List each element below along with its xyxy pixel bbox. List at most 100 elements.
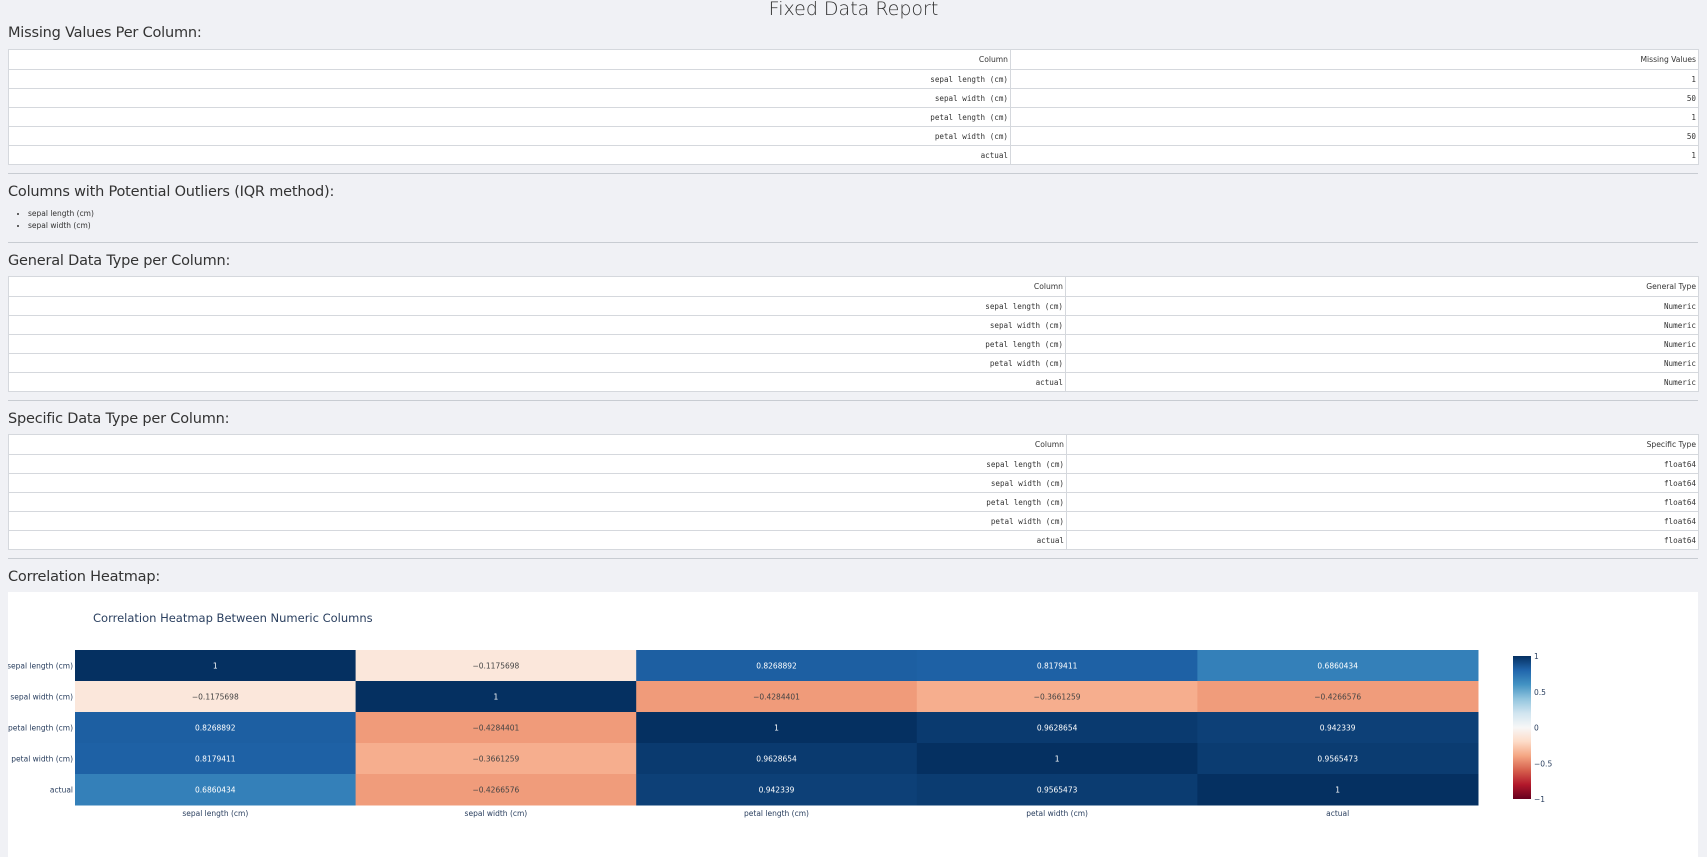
- table-row: sepal width (cm) 50: [8, 88, 1699, 108]
- row-column-name: sepal width (cm): [8, 315, 1066, 335]
- table-row: petal width (cm) Numeric: [8, 353, 1699, 373]
- heatmap-cell-label: 1: [213, 662, 218, 671]
- row-column-name: actual: [8, 372, 1066, 392]
- row-column-name: actual: [8, 530, 1067, 550]
- y-tick-label: actual: [50, 786, 73, 795]
- y-tick-label: sepal length (cm): [8, 662, 73, 671]
- heatmap-cell-label: 0.6860434: [1317, 662, 1358, 671]
- heatmap-cell-label: −0.1175698: [192, 693, 239, 702]
- x-tick-label: petal length (cm): [744, 809, 809, 818]
- heatmap-cell-label: 0.8268892: [756, 662, 797, 671]
- heatmap-cell-label: 1: [774, 724, 779, 733]
- heatmap-cell-label: −0.3661259: [1034, 693, 1081, 702]
- general-types-table: Column General Type sepal length (cm) Num…: [8, 276, 1699, 392]
- colorbar-tick-label: 0.5: [1534, 688, 1546, 697]
- row-column-name: petal length (cm): [8, 334, 1066, 354]
- table-row: petal width (cm) 50: [8, 126, 1699, 146]
- heatmap-cell-label: −0.4284401: [753, 693, 800, 702]
- row-value: float64: [1066, 473, 1699, 493]
- heatmap-cell-label: 0.942339: [1320, 724, 1356, 733]
- table-row: petal length (cm) Numeric: [8, 334, 1699, 354]
- outliers-list: sepal length (cm) sepal width (cm): [8, 208, 94, 231]
- general-types-heading: General Data Type per Column:: [8, 253, 231, 269]
- list-item: sepal width (cm): [28, 220, 94, 232]
- table-row: sepal width (cm) Numeric: [8, 315, 1699, 335]
- table-row: sepal length (cm) float64: [8, 454, 1699, 474]
- table-row: actual Numeric: [8, 372, 1699, 392]
- missing-values-table: Column Missing Values sepal length (cm) 1…: [8, 49, 1699, 165]
- row-value: float64: [1066, 492, 1699, 512]
- table-row: sepal length (cm) Numeric: [8, 296, 1699, 316]
- section-divider: [8, 400, 1698, 401]
- missing-values-header: Missing Values: [1010, 49, 1699, 70]
- row-column-name: sepal length (cm): [8, 296, 1066, 316]
- column-header: Column: [8, 434, 1067, 455]
- column-header: Column: [8, 49, 1011, 70]
- row-value: Numeric: [1065, 353, 1699, 373]
- heatmap-title: Correlation Heatmap Between Numeric Colu…: [93, 611, 373, 625]
- row-value: float64: [1066, 511, 1699, 531]
- heatmap-cell-label: 0.9565473: [1037, 786, 1078, 795]
- heatmap-cell-label: −0.4284401: [472, 724, 519, 733]
- heatmap-cell-label: 0.9565473: [1317, 755, 1358, 764]
- outliers-heading: Columns with Potential Outliers (IQR met…: [8, 184, 335, 200]
- row-column-name: actual: [8, 145, 1011, 165]
- row-value: 1: [1010, 145, 1699, 165]
- colorbar-tick-label: −1: [1534, 795, 1545, 804]
- correlation-heatmap: Correlation Heatmap Between Numeric Colu…: [8, 611, 1552, 818]
- x-tick-label: sepal length (cm): [182, 809, 248, 818]
- specific-type-header: Specific Type: [1066, 434, 1699, 455]
- x-tick-label: actual: [1326, 809, 1349, 818]
- heatmap-cell-label: −0.1175698: [472, 662, 519, 671]
- general-type-header: General Type: [1065, 276, 1699, 297]
- x-tick-label: sepal width (cm): [465, 809, 528, 818]
- row-value: Numeric: [1065, 334, 1699, 354]
- section-divider: [8, 242, 1698, 243]
- row-value: Numeric: [1065, 315, 1699, 335]
- specific-types-table: Column Specific Type sepal length (cm) fl…: [8, 434, 1699, 550]
- heatmap-cell-label: −0.3661259: [472, 755, 519, 764]
- table-row: actual 1: [8, 145, 1699, 165]
- heatmap-cell-label: 1: [1335, 786, 1340, 795]
- column-header: Column: [8, 276, 1066, 297]
- section-divider: [8, 173, 1698, 174]
- section-divider: [8, 558, 1698, 559]
- table-row: petal length (cm) 1: [8, 107, 1699, 127]
- y-tick-label: petal width (cm): [11, 755, 73, 764]
- y-tick-label: sepal width (cm): [10, 693, 73, 702]
- table-row: sepal length (cm) 1: [8, 69, 1699, 89]
- table-row: petal length (cm) float64: [8, 492, 1699, 512]
- row-column-name: sepal length (cm): [8, 69, 1011, 89]
- row-column-name: petal width (cm): [8, 353, 1066, 373]
- row-value: 1: [1010, 69, 1699, 89]
- missing-values-heading: Missing Values Per Column:: [8, 25, 202, 41]
- row-value: 50: [1010, 88, 1699, 108]
- heatmap-cell-label: 0.8179411: [195, 755, 236, 764]
- row-value: float64: [1066, 454, 1699, 474]
- row-column-name: sepal length (cm): [8, 454, 1067, 474]
- row-value: Numeric: [1065, 296, 1699, 316]
- heatmap-cell-label: −0.4266576: [1314, 693, 1361, 702]
- table-row: actual float64: [8, 530, 1699, 550]
- row-column-name: sepal width (cm): [8, 473, 1067, 493]
- heatmap-cell-label: 0.6860434: [195, 786, 236, 795]
- row-column-name: petal width (cm): [8, 511, 1067, 531]
- table-header-row: Column Missing Values: [8, 49, 1699, 70]
- table-header-row: Column Specific Type: [8, 434, 1699, 455]
- heatmap-heading: Correlation Heatmap:: [8, 569, 161, 585]
- specific-types-heading: Specific Data Type per Column:: [8, 411, 230, 427]
- heatmap-cell-label: 0.942339: [759, 786, 795, 795]
- heatmap-panel: Correlation Heatmap Between Numeric Colu…: [8, 592, 1698, 857]
- heatmap-cell-label: 1: [494, 693, 499, 702]
- table-header-row: Column General Type: [8, 276, 1699, 297]
- row-value: 1: [1010, 107, 1699, 127]
- report-title: Fixed Data Report: [768, 0, 939, 20]
- heatmap-cell-label: 0.9628654: [756, 755, 797, 764]
- colorbar-tick-label: 0: [1534, 724, 1539, 733]
- row-value: 50: [1010, 126, 1699, 146]
- row-column-name: petal length (cm): [8, 107, 1011, 127]
- colorbar-tick-label: 1: [1534, 652, 1539, 661]
- colorbar-tick-label: −0.5: [1534, 759, 1552, 768]
- heatmap-cell-label: 1: [1055, 755, 1060, 764]
- heatmap-cell-label: 0.9628654: [1037, 724, 1078, 733]
